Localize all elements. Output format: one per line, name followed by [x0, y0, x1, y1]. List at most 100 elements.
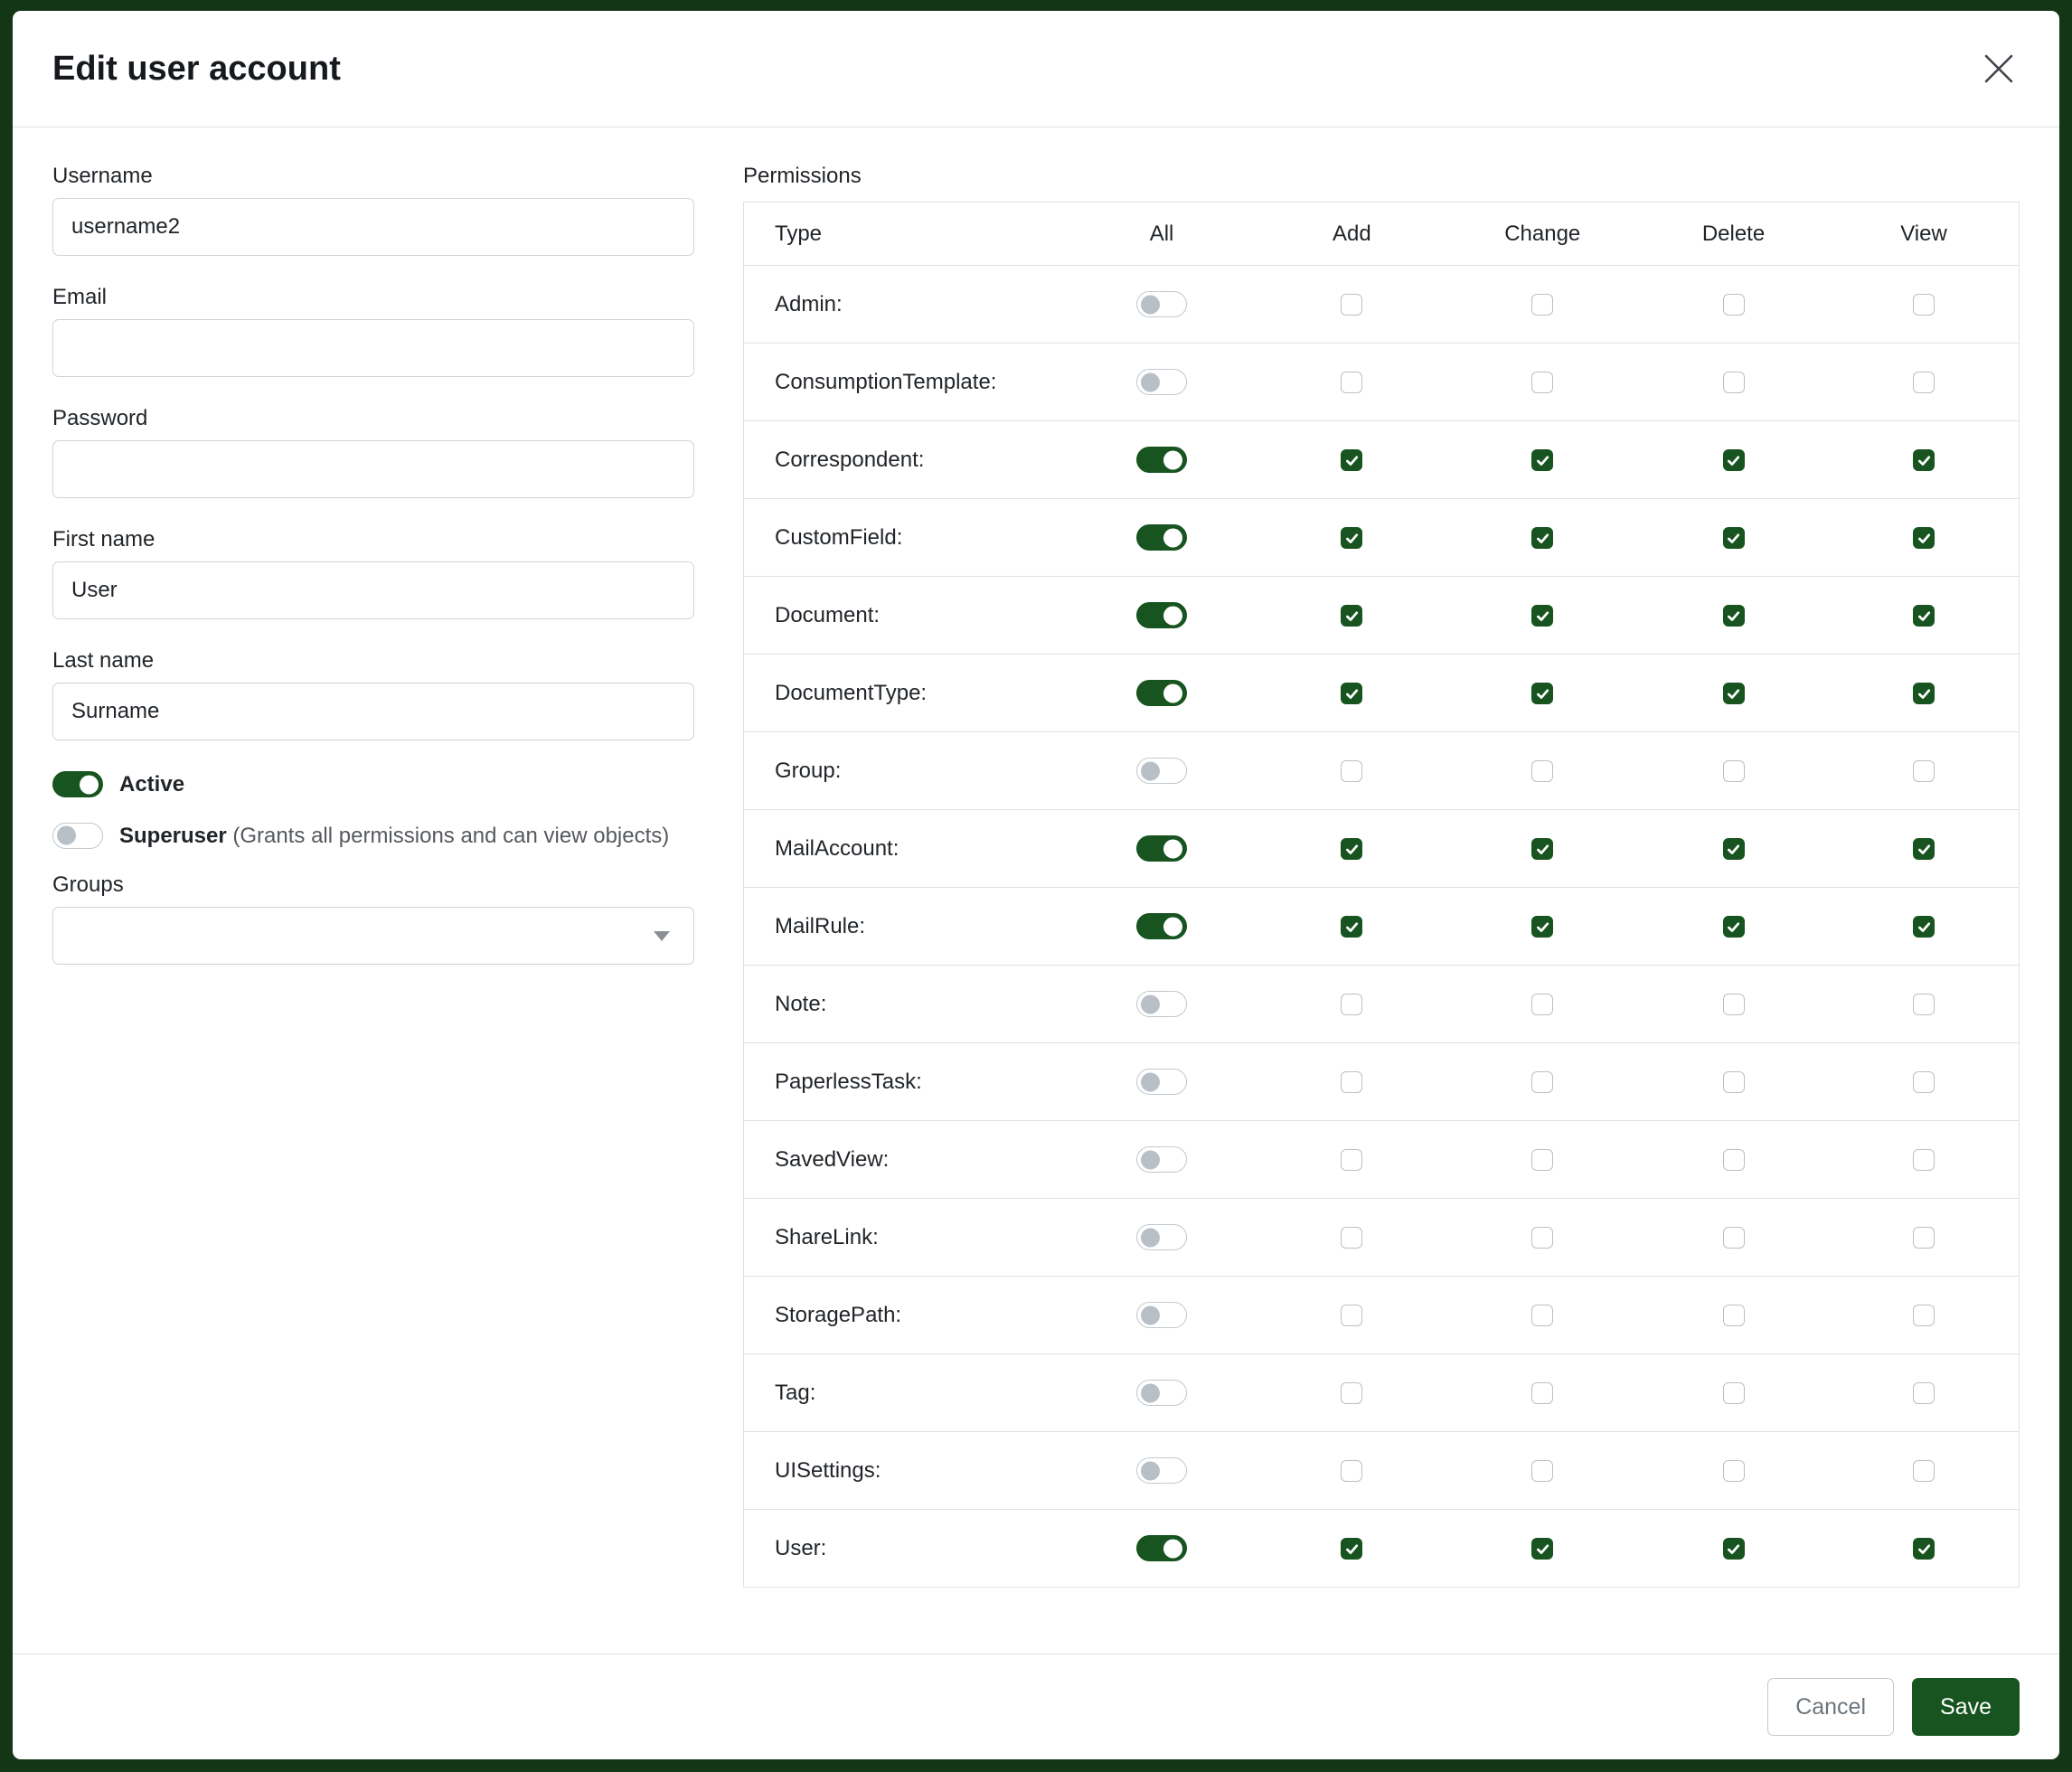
permission-change-checkbox[interactable] [1531, 683, 1553, 704]
permission-change-checkbox[interactable] [1531, 1382, 1553, 1404]
close-button[interactable] [1978, 48, 2020, 90]
permission-delete-checkbox[interactable] [1723, 1382, 1745, 1404]
groups-select[interactable] [52, 907, 694, 965]
toggle-knob [1141, 295, 1160, 314]
permission-delete-checkbox[interactable] [1723, 838, 1745, 860]
permission-delete-checkbox[interactable] [1723, 1538, 1745, 1560]
permission-change-checkbox[interactable] [1531, 1227, 1553, 1249]
permission-all-toggle[interactable] [1136, 369, 1187, 395]
email-input[interactable] [52, 319, 694, 377]
permission-add-checkbox[interactable] [1341, 449, 1362, 471]
permission-delete-checkbox[interactable] [1723, 1149, 1745, 1171]
permission-all-toggle[interactable] [1136, 1457, 1187, 1484]
permission-view-checkbox[interactable] [1913, 1149, 1935, 1171]
last-name-input[interactable] [52, 683, 694, 740]
permission-change-checkbox[interactable] [1531, 1305, 1553, 1326]
permission-all-toggle[interactable] [1136, 291, 1187, 317]
permission-delete-checkbox[interactable] [1723, 294, 1745, 316]
permission-change-checkbox[interactable] [1531, 916, 1553, 938]
permission-change-checkbox[interactable] [1531, 1149, 1553, 1171]
permission-add-checkbox[interactable] [1341, 1460, 1362, 1482]
permission-view-checkbox[interactable] [1913, 294, 1935, 316]
permissions-header-row: Type All Add Change Delete View [744, 203, 2020, 266]
permission-delete-checkbox[interactable] [1723, 372, 1745, 393]
permission-all-toggle[interactable] [1136, 1224, 1187, 1250]
permission-change-checkbox[interactable] [1531, 372, 1553, 393]
permission-add-checkbox[interactable] [1341, 1227, 1362, 1249]
permission-view-checkbox[interactable] [1913, 449, 1935, 471]
permission-add-checkbox[interactable] [1341, 1149, 1362, 1171]
permission-add-checkbox[interactable] [1341, 294, 1362, 316]
permission-type-label: Note: [744, 966, 1067, 1043]
superuser-hint: (Grants all permissions and can view obj… [232, 824, 669, 848]
permission-view-checkbox[interactable] [1913, 1382, 1935, 1404]
permission-add-checkbox[interactable] [1341, 916, 1362, 938]
permission-all-toggle[interactable] [1136, 913, 1187, 939]
permission-delete-checkbox[interactable] [1723, 449, 1745, 471]
active-toggle[interactable] [52, 771, 103, 797]
permission-all-toggle[interactable] [1136, 1380, 1187, 1406]
permission-change-checkbox[interactable] [1531, 527, 1553, 549]
permission-view-checkbox[interactable] [1913, 1305, 1935, 1326]
permission-view-checkbox[interactable] [1913, 1460, 1935, 1482]
permission-change-checkbox[interactable] [1531, 1538, 1553, 1560]
permission-all-toggle[interactable] [1136, 1146, 1187, 1173]
permission-view-checkbox[interactable] [1913, 838, 1935, 860]
permission-all-toggle[interactable] [1136, 680, 1187, 706]
permission-all-toggle[interactable] [1136, 524, 1187, 551]
save-button[interactable]: Save [1912, 1678, 2020, 1736]
superuser-toggle[interactable] [52, 823, 103, 849]
permission-add-checkbox[interactable] [1341, 1071, 1362, 1093]
permission-view-checkbox[interactable] [1913, 1071, 1935, 1093]
permission-add-checkbox[interactable] [1341, 1305, 1362, 1326]
first-name-input[interactable] [52, 561, 694, 619]
permission-delete-checkbox[interactable] [1723, 1305, 1745, 1326]
permission-view-checkbox[interactable] [1913, 1538, 1935, 1560]
permission-view-checkbox[interactable] [1913, 1227, 1935, 1249]
permission-all-toggle[interactable] [1136, 1069, 1187, 1095]
permission-all-toggle[interactable] [1136, 1535, 1187, 1561]
permission-delete-checkbox[interactable] [1723, 1460, 1745, 1482]
permission-add-checkbox[interactable] [1341, 683, 1362, 704]
permission-all-toggle[interactable] [1136, 991, 1187, 1017]
permission-view-checkbox[interactable] [1913, 683, 1935, 704]
permission-change-checkbox[interactable] [1531, 449, 1553, 471]
permission-add-checkbox[interactable] [1341, 994, 1362, 1015]
permission-view-checkbox[interactable] [1913, 527, 1935, 549]
permission-view-checkbox[interactable] [1913, 372, 1935, 393]
permission-all-toggle[interactable] [1136, 835, 1187, 862]
permission-change-checkbox[interactable] [1531, 1460, 1553, 1482]
permission-all-toggle[interactable] [1136, 1302, 1187, 1328]
permission-change-checkbox[interactable] [1531, 838, 1553, 860]
permission-view-checkbox[interactable] [1913, 916, 1935, 938]
permission-view-checkbox[interactable] [1913, 994, 1935, 1015]
permission-delete-checkbox[interactable] [1723, 605, 1745, 627]
permission-add-checkbox[interactable] [1341, 838, 1362, 860]
permission-delete-checkbox[interactable] [1723, 527, 1745, 549]
permission-all-toggle[interactable] [1136, 758, 1187, 784]
permission-view-checkbox[interactable] [1913, 605, 1935, 627]
username-input[interactable] [52, 198, 694, 256]
permission-add-checkbox[interactable] [1341, 760, 1362, 782]
permission-delete-checkbox[interactable] [1723, 1227, 1745, 1249]
permission-add-checkbox[interactable] [1341, 1538, 1362, 1560]
permission-delete-checkbox[interactable] [1723, 916, 1745, 938]
permission-add-checkbox[interactable] [1341, 1382, 1362, 1404]
permission-add-checkbox[interactable] [1341, 372, 1362, 393]
permission-add-checkbox[interactable] [1341, 605, 1362, 627]
permission-all-toggle[interactable] [1136, 602, 1187, 628]
permission-view-checkbox[interactable] [1913, 760, 1935, 782]
permission-delete-checkbox[interactable] [1723, 760, 1745, 782]
permission-change-checkbox[interactable] [1531, 605, 1553, 627]
permission-delete-checkbox[interactable] [1723, 994, 1745, 1015]
password-input[interactable] [52, 440, 694, 498]
permission-all-toggle[interactable] [1136, 447, 1187, 473]
permission-delete-checkbox[interactable] [1723, 683, 1745, 704]
permission-delete-checkbox[interactable] [1723, 1071, 1745, 1093]
cancel-button[interactable]: Cancel [1767, 1678, 1894, 1736]
permission-change-checkbox[interactable] [1531, 1071, 1553, 1093]
permission-add-checkbox[interactable] [1341, 527, 1362, 549]
permission-change-checkbox[interactable] [1531, 294, 1553, 316]
permission-change-checkbox[interactable] [1531, 760, 1553, 782]
permission-change-checkbox[interactable] [1531, 994, 1553, 1015]
